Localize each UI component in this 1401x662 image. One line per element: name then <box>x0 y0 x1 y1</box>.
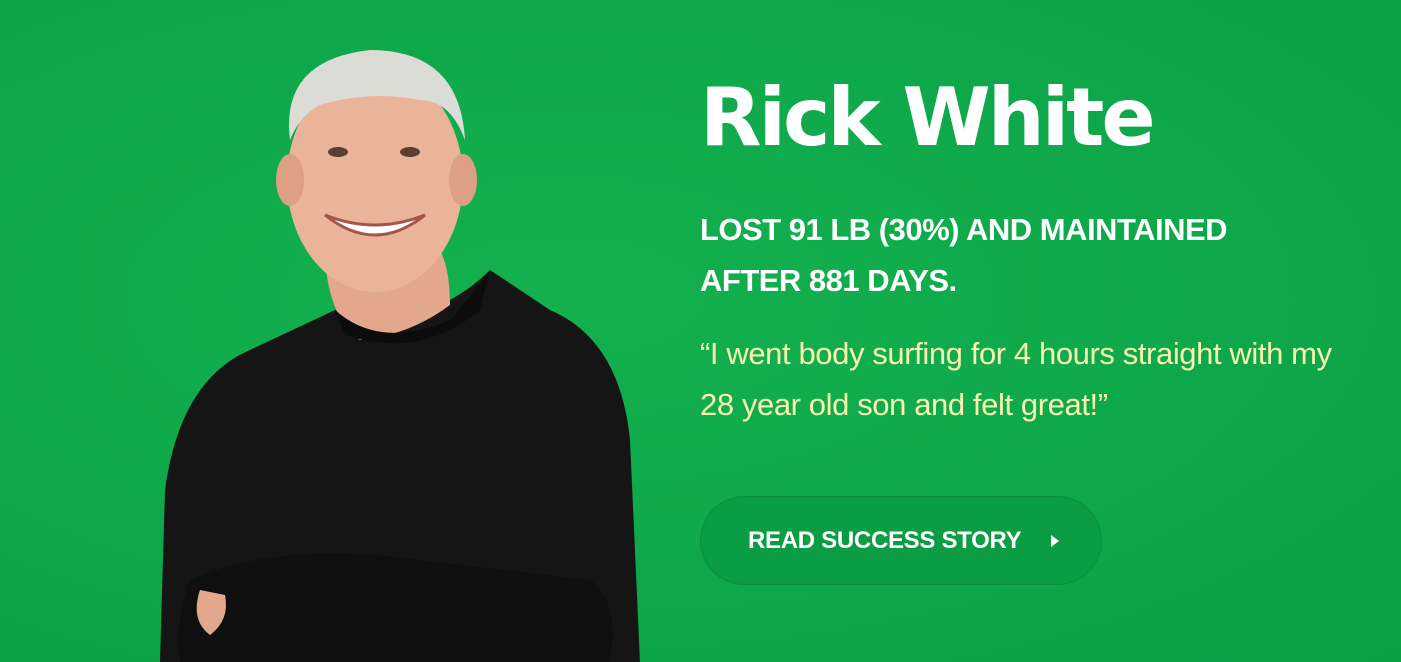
story-content: Rick White LOST 91 LB (30%) AND MAINTAIN… <box>700 70 1380 430</box>
success-story-hero: Rick White LOST 91 LB (30%) AND MAINTAIN… <box>0 0 1401 662</box>
weight-loss-stat: LOST 91 LB (30%) AND MAINTAINED AFTER 88… <box>700 212 1228 298</box>
person-name: Rick White <box>700 71 1156 164</box>
person-photo <box>120 20 650 662</box>
read-success-story-label: READ SUCCESS STORY <box>748 526 1022 554</box>
testimonial-quote: “I went body surfing for 4 hours straigh… <box>700 336 1332 422</box>
read-success-story-button[interactable]: READ SUCCESS STORY <box>700 496 1102 585</box>
chevron-right-icon <box>1051 534 1060 547</box>
